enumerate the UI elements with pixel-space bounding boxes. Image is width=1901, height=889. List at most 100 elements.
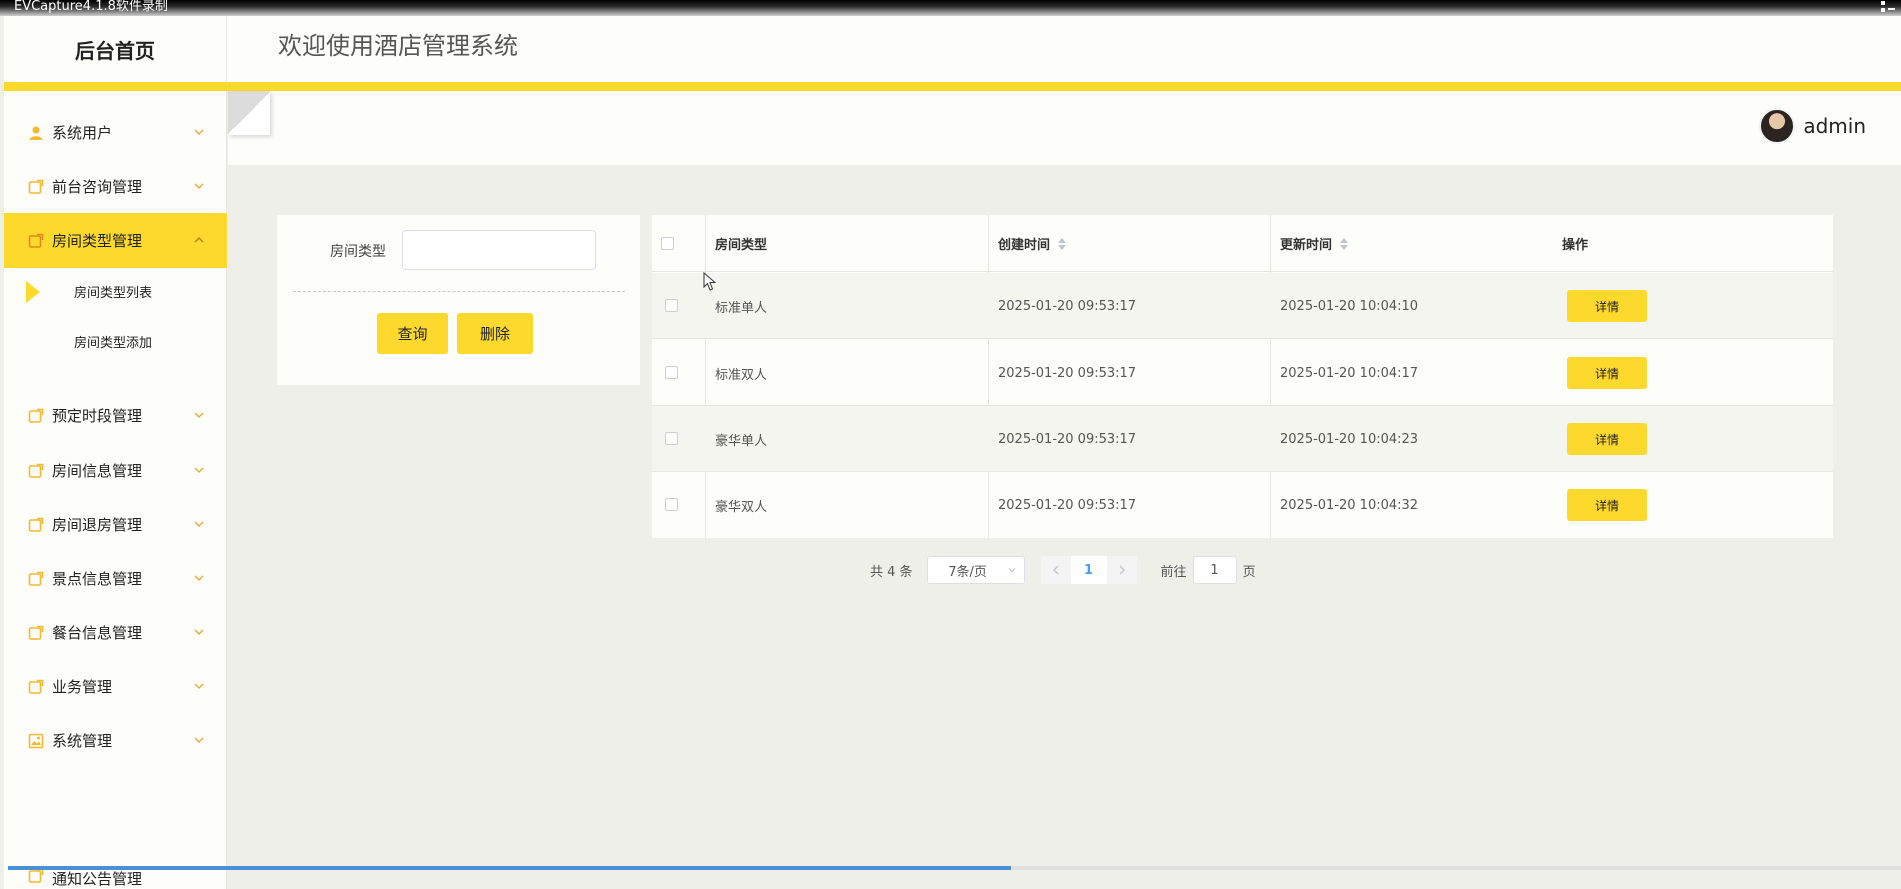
chevron-left-icon [1052, 565, 1059, 575]
cell-created-time: 2025-01-20 09:53:17 [998, 365, 1137, 381]
sidebar-item-dining-tables[interactable]: 餐台信息管理 [4, 605, 227, 660]
query-button[interactable]: 查询 [377, 313, 448, 354]
cell-created-time: 2025-01-20 09:53:17 [998, 497, 1137, 513]
note-icon [28, 233, 44, 248]
column-header-created[interactable]: 创建时间 [998, 215, 1067, 272]
user-icon [29, 126, 43, 140]
chevron-down-icon [1008, 568, 1015, 573]
room-type-search-input[interactable] [402, 230, 596, 270]
chevron-down-icon [194, 575, 204, 581]
row-checkbox[interactable] [665, 432, 678, 445]
table-row: 标准双人 2025-01-20 09:53:17 2025-01-20 10:0… [652, 340, 1833, 406]
app-header: 后台首页 欢迎使用酒店管理系统 [4, 16, 1901, 82]
recording-progress-fill [8, 866, 1012, 870]
delete-button[interactable]: 删除 [457, 313, 533, 354]
chevron-down-icon [194, 412, 204, 418]
content-topbar: admin [228, 91, 1901, 165]
chevron-up-icon [194, 237, 204, 243]
sort-icon[interactable] [1340, 237, 1349, 250]
sidebar-item-booking-slots[interactable]: 预定时段管理 [4, 388, 227, 443]
note-icon [28, 179, 44, 194]
cell-room-type: 豪华单人 [715, 433, 768, 449]
sidebar-subitem-room-type-add[interactable]: 房间类型添加 [4, 319, 227, 363]
divider [293, 291, 625, 292]
sidebar-subitem-label: 房间类型添加 [74, 335, 153, 351]
image-icon [28, 733, 44, 748]
row-checkbox[interactable] [665, 299, 678, 312]
page-size-value: 7条/页 [948, 564, 987, 580]
recording-progress-bar[interactable] [8, 866, 1901, 870]
cell-room-type: 豪华双人 [715, 499, 768, 515]
capture-title: EVCapture4.1.8软件录制 [14, 0, 168, 14]
sidebar-subitem-room-type-list[interactable]: 房间类型列表 [4, 269, 227, 313]
chevron-down-icon [194, 683, 204, 689]
cell-updated-time: 2025-01-20 10:04:32 [1280, 497, 1419, 513]
prev-page-button[interactable] [1040, 556, 1071, 584]
sidebar-item-system-users[interactable]: 系统用户 [4, 105, 227, 160]
note-icon [28, 463, 44, 478]
row-checkbox[interactable] [665, 366, 678, 379]
detail-button[interactable]: 详情 [1567, 423, 1647, 455]
chevron-down-icon [194, 737, 204, 743]
search-label: 房间类型 [330, 244, 386, 260]
note-icon [28, 517, 44, 532]
row-checkbox[interactable] [665, 498, 678, 511]
page-number-current[interactable]: 1 [1070, 556, 1107, 584]
table-row: 标准单人 2025-01-20 09:53:17 2025-01-20 10:0… [652, 273, 1833, 339]
sidebar-subitem-label: 房间类型列表 [74, 285, 153, 301]
sidebar-item-room-info[interactable]: 房间信息管理 [4, 443, 227, 498]
detail-button[interactable]: 详情 [1567, 290, 1647, 322]
pagination: 共 4 条 7条/页 1 前往 1 页 [870, 556, 1256, 584]
chevron-down-icon [194, 467, 204, 473]
cell-room-type: 标准双人 [715, 367, 768, 383]
note-icon [28, 868, 44, 883]
mouse-cursor-icon [703, 272, 717, 291]
goto-page-input[interactable]: 1 [1192, 556, 1237, 584]
grid-icon[interactable] [1881, 1, 1895, 13]
table-row: 豪华单人 2025-01-20 09:53:17 2025-01-20 10:0… [652, 406, 1833, 472]
column-header-updated[interactable]: 更新时间 [1280, 215, 1349, 272]
column-header-label: 更新时间 [1280, 238, 1333, 253]
column-header-action: 操作 [1562, 238, 1589, 253]
note-icon [28, 625, 44, 640]
detail-button[interactable]: 详情 [1567, 489, 1647, 521]
chevron-down-icon [194, 629, 204, 635]
detail-button[interactable]: 详情 [1567, 357, 1647, 389]
header-accent-bar [4, 82, 1901, 91]
sidebar-item-announcements[interactable]: 通知公告管理 [4, 856, 227, 889]
page-size-select[interactable]: 7条/页 [926, 556, 1025, 584]
search-panel: 房间类型 查询 删除 [277, 215, 640, 385]
sidebar-item-attractions[interactable]: 景点信息管理 [4, 551, 227, 606]
note-icon [28, 679, 44, 694]
chevron-right-icon [1119, 565, 1125, 575]
column-header-type: 房间类型 [715, 238, 768, 253]
sort-icon[interactable] [1058, 237, 1067, 250]
page-title: 欢迎使用酒店管理系统 [278, 32, 518, 60]
sidebar-item-front-desk[interactable]: 前台咨询管理 [4, 159, 227, 214]
sidebar-item-system-admin[interactable]: 系统管理 [4, 713, 227, 768]
active-marker-icon [26, 281, 40, 303]
collapse-toggle-icon[interactable] [228, 91, 270, 135]
sidebar-item-business[interactable]: 业务管理 [4, 659, 227, 714]
note-icon [28, 408, 44, 423]
next-page-button[interactable] [1106, 556, 1137, 584]
cell-created-time: 2025-01-20 09:53:17 [998, 431, 1137, 447]
avatar [1759, 108, 1796, 144]
sidebar-item-checkout[interactable]: 房间退房管理 [4, 497, 227, 552]
cell-updated-time: 2025-01-20 10:04:17 [1280, 365, 1419, 381]
sidebar-item-label: 通知公告管理 [52, 870, 143, 888]
select-all-checkbox[interactable] [661, 237, 674, 250]
capture-title-bar: EVCapture4.1.8软件录制 [0, 0, 1901, 16]
cell-created-time: 2025-01-20 09:53:17 [998, 298, 1137, 314]
user-menu[interactable]: admin [1759, 108, 1866, 144]
cell-room-type: 标准单人 [715, 300, 768, 316]
table-header: 房间类型 创建时间 更新时间 操作 [652, 215, 1833, 272]
brand-home-link[interactable]: 后台首页 [4, 16, 227, 82]
room-type-table: 房间类型 创建时间 更新时间 操作 标准单人 2025-01-20 09:53:… [652, 215, 1833, 538]
pagination-total: 共 4 条 [870, 564, 913, 580]
chevron-down-icon [194, 183, 204, 189]
note-icon [28, 571, 44, 586]
username: admin [1803, 114, 1866, 138]
goto-suffix: 页 [1242, 564, 1256, 580]
sidebar-item-room-type[interactable]: 房间类型管理 [4, 213, 227, 268]
